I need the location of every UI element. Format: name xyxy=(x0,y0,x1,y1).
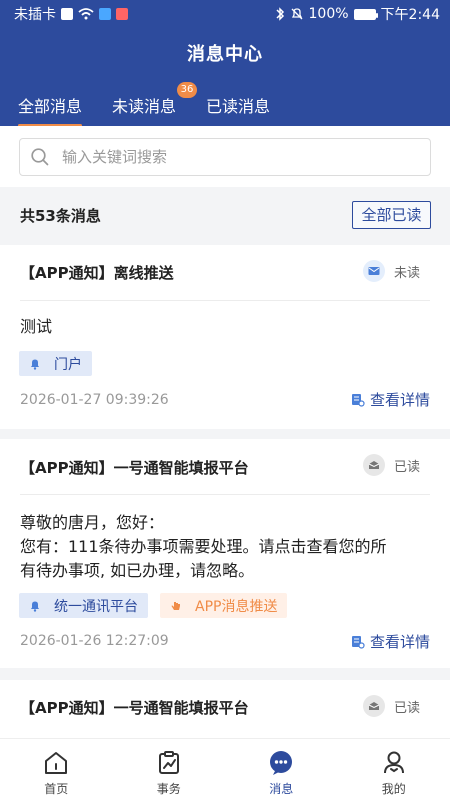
search-section xyxy=(0,126,450,187)
battery-percent: 100% xyxy=(308,6,349,22)
user-icon xyxy=(383,751,404,774)
content-line: 尊敬的唐月，您好： xyxy=(20,513,165,532)
tab-read-messages[interactable]: 已读消息 xyxy=(206,93,270,127)
tab-label: 全部消息 xyxy=(18,97,83,116)
mute-icon xyxy=(291,8,302,20)
tag-unified-communication: 统一通讯平台 xyxy=(19,593,148,618)
tab-label: 未读消息 xyxy=(112,97,177,116)
content-line: 您有：111条待办事项需要处理。请点击查看您的所 xyxy=(20,537,387,556)
message-title: 【APP通知】一号通智能填报平台 xyxy=(20,699,249,717)
tag-label: APP消息推送 xyxy=(195,598,278,615)
tab-all-messages[interactable]: 全部消息 xyxy=(18,93,83,127)
nav-label: 事务 xyxy=(156,782,181,796)
page-title: 消息中心 xyxy=(187,44,263,65)
status-label: 未读 xyxy=(393,265,420,281)
message-time: 2026-01-26 12:27:09 xyxy=(20,633,169,649)
view-detail-link[interactable]: 查看详情 xyxy=(350,631,430,652)
nav-home[interactable]: 首页 xyxy=(0,739,113,800)
divider xyxy=(20,494,430,495)
message-status: 未读 xyxy=(362,260,420,282)
read-mail-icon xyxy=(362,695,385,717)
message-count-bar: 共53条消息 全部已读 xyxy=(0,187,450,243)
document-icon xyxy=(351,393,365,407)
status-right: 100% 下午2:44 xyxy=(275,4,440,24)
sim-card-icon xyxy=(61,8,73,20)
carrier-label: 未插卡 xyxy=(14,7,56,23)
nav-affairs[interactable]: 事务 xyxy=(113,739,226,800)
message-card[interactable]: 【APP通知】离线推送 未读 测试 门户 2026-01-27 09:39:26 xyxy=(0,245,450,429)
search-box[interactable] xyxy=(19,138,431,176)
nav-label: 消息 xyxy=(269,782,294,796)
nav-label: 首页 xyxy=(44,782,69,796)
chart-icon xyxy=(158,751,179,774)
message-tags: 门户 xyxy=(19,351,92,376)
message-count: 共53条消息 xyxy=(20,207,101,225)
message-card[interactable]: 【APP通知】一号通智能填报平台 已读 尊敬的唐月，您好： 您有：111条待办事… xyxy=(0,439,450,668)
view-detail-label: 查看详情 xyxy=(369,391,430,409)
message-status: 已读 xyxy=(362,695,420,717)
app-notification-icon xyxy=(99,8,111,20)
view-detail-link[interactable]: 查看详情 xyxy=(350,389,430,410)
wifi-icon xyxy=(78,8,94,20)
header: 消息中心 全部消息 未读消息 36 已读消息 xyxy=(0,28,450,127)
message-card[interactable]: 【APP通知】一号通智能填报平台 已读 xyxy=(0,680,450,738)
message-content: 尊敬的唐月，您好： 您有：111条待办事项需要处理。请点击查看您的所 有待办事项… xyxy=(20,511,420,583)
content-line: 有待办事项, 如已办理，请忽略。 xyxy=(20,561,255,580)
mark-all-read-button[interactable]: 全部已读 xyxy=(352,201,431,229)
message-content: 测试 xyxy=(20,315,420,339)
tag-label: 统一通讯平台 xyxy=(54,598,138,615)
message-title: 【APP通知】一号通智能填报平台 xyxy=(20,459,249,477)
view-detail-label: 查看详情 xyxy=(369,633,430,651)
battery-icon xyxy=(353,8,378,20)
bluetooth-icon xyxy=(275,7,284,21)
bell-icon xyxy=(31,359,39,370)
message-time: 2026-01-27 09:39:26 xyxy=(20,392,169,408)
tab-unread-messages[interactable]: 未读消息 36 xyxy=(112,82,198,127)
nav-messages[interactable]: 消息 xyxy=(225,739,338,800)
tag-portal: 门户 xyxy=(19,351,92,376)
search-icon xyxy=(31,148,49,166)
search-input[interactable] xyxy=(60,147,384,167)
hand-icon xyxy=(171,601,180,610)
message-tabs: 全部消息 未读消息 36 已读消息 xyxy=(18,82,270,127)
message-title: 【APP通知】离线推送 xyxy=(20,264,174,282)
status-bar: 未插卡 100% 下午2:44 xyxy=(0,0,450,28)
tag-label: 门户 xyxy=(54,356,82,373)
app-store-icon xyxy=(116,8,128,20)
bottom-navigation: 首页 事务 消息 我的 xyxy=(0,738,450,800)
unread-count-badge: 36 xyxy=(177,82,198,98)
content-line: 测试 xyxy=(20,317,53,336)
tag-app-push: APP消息推送 xyxy=(160,593,288,618)
document-icon xyxy=(351,635,365,649)
home-icon xyxy=(45,752,68,774)
nav-label: 我的 xyxy=(381,782,406,796)
clock-time: 下午2:44 xyxy=(380,7,440,23)
status-label: 已读 xyxy=(393,700,420,716)
chat-icon xyxy=(270,751,293,775)
read-mail-icon xyxy=(362,454,385,476)
status-left: 未插卡 xyxy=(14,4,128,24)
message-status: 已读 xyxy=(362,454,420,476)
status-label: 已读 xyxy=(393,459,420,475)
nav-mine[interactable]: 我的 xyxy=(338,739,450,800)
unread-mail-icon xyxy=(362,260,385,282)
divider xyxy=(20,300,430,301)
message-tags: 统一通讯平台 APP消息推送 xyxy=(19,593,288,618)
bell-icon xyxy=(31,601,39,612)
tab-label: 已读消息 xyxy=(206,97,271,116)
